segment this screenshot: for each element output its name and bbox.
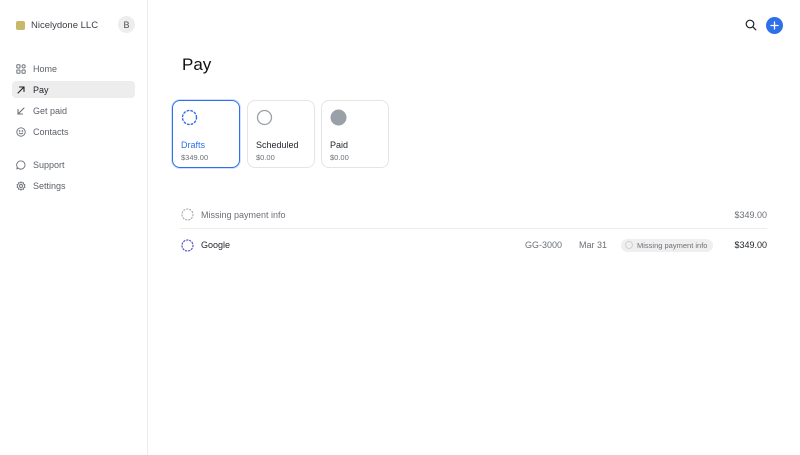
status-dot-icon [625, 241, 633, 249]
dashed-circle-icon [181, 208, 194, 221]
add-payment-button[interactable] [766, 17, 783, 34]
home-icon [16, 63, 26, 74]
sidebar: Nicelydone LLC B Home Pay Get paid Conta… [0, 0, 148, 455]
card-label: Scheduled [256, 140, 299, 150]
card-amount: $0.00 [256, 153, 275, 162]
gear-icon [16, 180, 26, 191]
hollow-circle-icon [256, 109, 273, 126]
status-card-drafts[interactable]: Drafts $349.00 [172, 100, 240, 168]
payment-amount: $349.00 [734, 240, 767, 250]
status-badge: Missing payment info [621, 238, 714, 252]
search-icon [745, 19, 757, 31]
plus-icon [770, 21, 779, 30]
table-row[interactable]: Google GG-3000 Mar 31 Missing payment in… [180, 231, 767, 259]
sidebar-item-pay[interactable]: Pay [12, 81, 135, 98]
smile-icon [16, 126, 26, 137]
filled-circle-icon [330, 109, 347, 126]
dashed-circle-icon [181, 109, 198, 126]
org-name: Nicelydone LLC [31, 19, 99, 31]
user-avatar[interactable]: B [118, 16, 135, 33]
dashed-circle-icon [181, 238, 194, 252]
sidebar-item-contacts[interactable]: Contacts [12, 123, 135, 140]
status-badge-label: Missing payment info [637, 240, 708, 250]
due-date: Mar 31 [579, 240, 608, 250]
sidebar-item-settings[interactable]: Settings [12, 177, 135, 194]
invoice-number: GG-3000 [525, 240, 563, 250]
sidebar-item-home[interactable]: Home [12, 60, 135, 77]
group-header-missing-payment-info[interactable]: Missing payment info $349.00 [180, 201, 767, 229]
sidebar-item-support[interactable]: Support [12, 156, 135, 173]
primary-nav: Home Pay Get paid Contacts [12, 60, 135, 144]
card-label: Paid [330, 140, 349, 150]
group-title: Missing payment info [201, 209, 286, 220]
org-logo [16, 20, 25, 30]
sidebar-item-label: Get paid [33, 105, 68, 116]
card-label: Drafts [181, 140, 206, 150]
sidebar-item-label: Home [33, 63, 58, 74]
arrow-up-right-icon [16, 85, 26, 95]
status-card-scheduled[interactable]: Scheduled $0.00 [247, 100, 315, 168]
page-title: Pay [182, 55, 212, 74]
sidebar-item-get-paid[interactable]: Get paid [12, 102, 135, 119]
group-total: $349.00 [734, 209, 767, 220]
card-amount: $349.00 [181, 153, 209, 162]
sidebar-item-label: Contacts [33, 126, 69, 137]
chat-bubble-icon [16, 159, 26, 170]
status-card-paid[interactable]: Paid $0.00 [321, 100, 389, 168]
arrow-down-left-icon [16, 106, 26, 116]
secondary-nav: Support Settings [12, 156, 135, 198]
sidebar-item-label: Pay [33, 84, 49, 95]
payments-list: Missing payment info $349.00 Google GG-3… [180, 201, 767, 259]
sidebar-item-label: Settings [33, 180, 66, 191]
payee-name: Google [201, 240, 231, 250]
sidebar-item-label: Support [33, 159, 65, 170]
card-amount: $0.00 [330, 153, 349, 162]
search-button[interactable] [744, 18, 758, 32]
